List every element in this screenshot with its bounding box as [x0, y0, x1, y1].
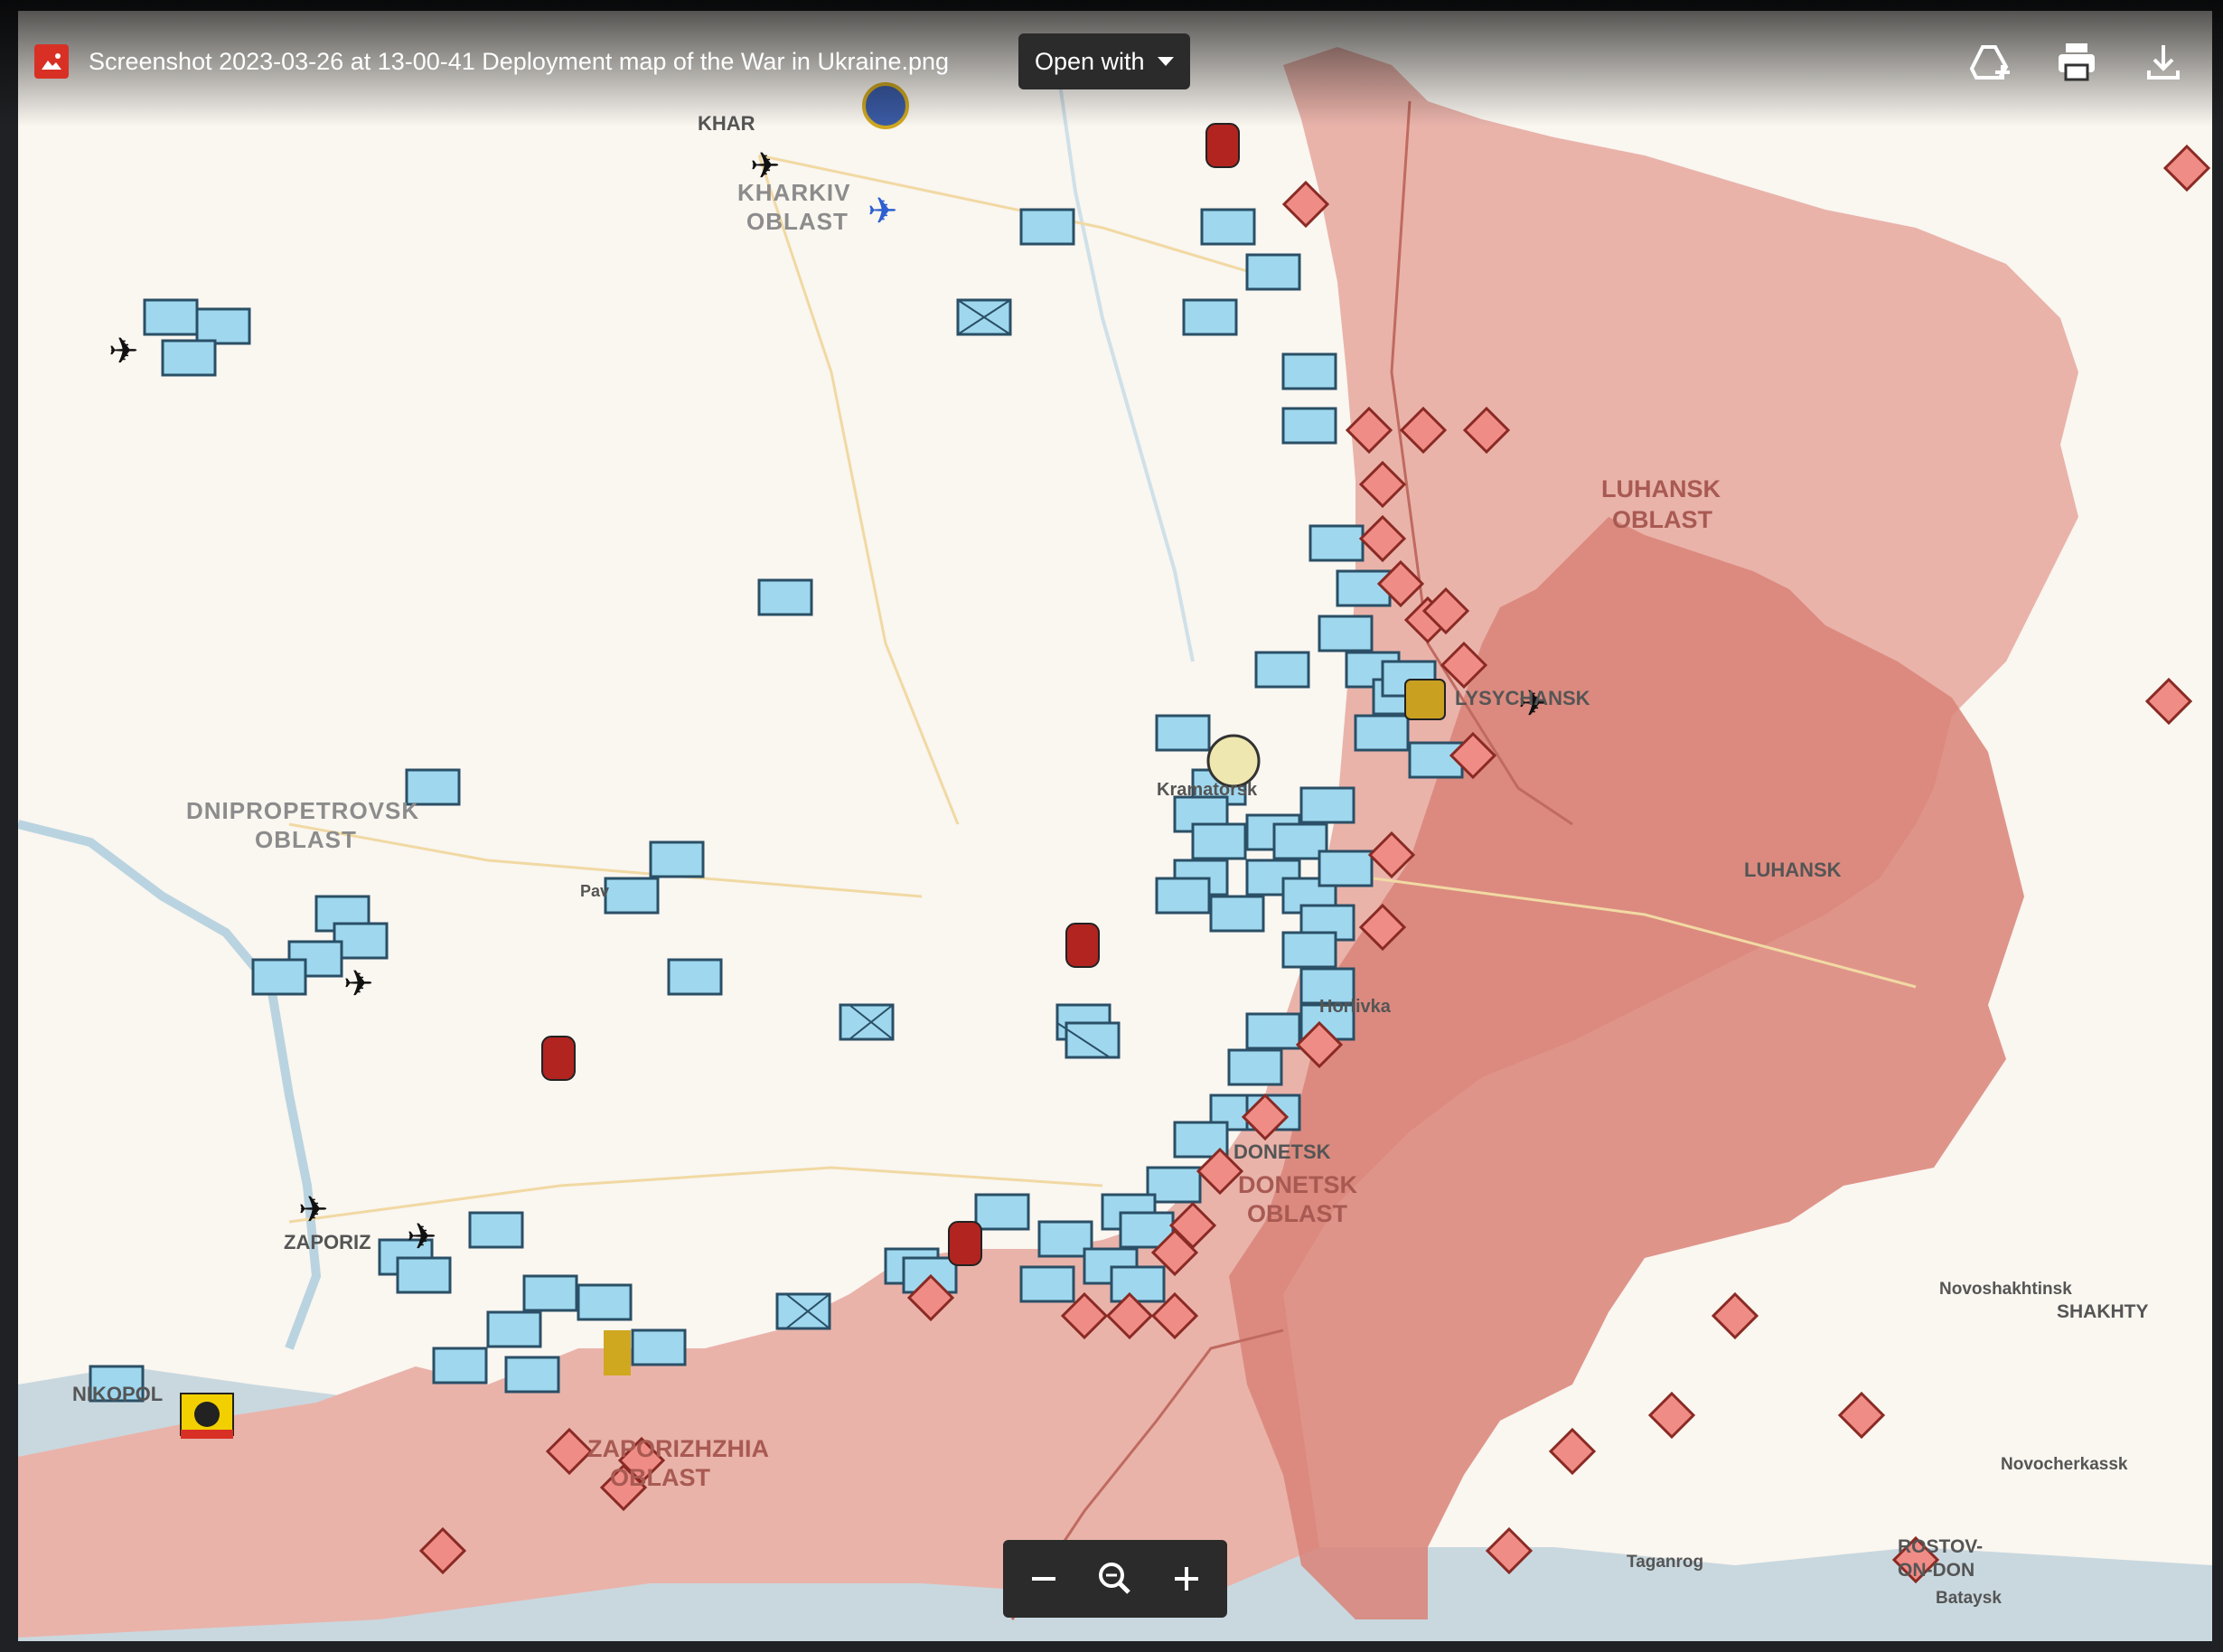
svg-text:✈: ✈	[108, 332, 139, 371]
luhansk-oblast-label-1: LUHANSK	[1601, 475, 1721, 502]
kharkiv-oblast-label-1: KHARKIV	[737, 179, 850, 206]
zaporizhzhia-city-label: ZAPORIZ	[284, 1231, 371, 1253]
svg-text:✈: ✈	[407, 1217, 437, 1257]
shakhty-label: SHAKHTY	[2057, 1301, 2149, 1322]
kramatorsk-label: Kramatorsk	[1157, 780, 1258, 800]
deployment-map[interactable]: ✈ ✈ ✈ ✈ ✈ ✈ ✈ KHARKIV OBLAST KHAR LUHANS…	[18, 11, 2212, 1641]
horlivka-label: Horlivka	[1319, 997, 1392, 1017]
zoom-reset-icon[interactable]	[1085, 1549, 1145, 1609]
lysychansk-label: LYSYCHANSK	[1455, 687, 1590, 709]
aircraft-marker-blue: ✈	[868, 192, 898, 231]
rostov-label-2: ON-DON	[1898, 1560, 1974, 1581]
nikopol-label: NIKOPOL	[72, 1383, 163, 1405]
image-file-icon	[34, 44, 69, 79]
donetsk-city-label: DONETSK	[1233, 1140, 1331, 1163]
svg-text:✈: ✈	[298, 1190, 329, 1230]
chevron-down-icon	[1158, 57, 1174, 66]
download-icon[interactable]	[2138, 36, 2189, 87]
luhansk-city-label: LUHANSK	[1744, 859, 1842, 881]
dnipro-oblast-label-1: DNIPROPETROVSK	[186, 797, 419, 824]
zoom-controls	[1003, 1540, 1227, 1618]
open-with-button[interactable]: Open with	[1018, 33, 1190, 89]
rostov-label-1: ROSTOV-	[1898, 1536, 1983, 1557]
pavlohrad-label: Pav	[580, 882, 609, 900]
print-icon[interactable]	[2051, 36, 2102, 87]
zaporizhzhia-oblast-label-2: OBLAST	[610, 1464, 711, 1491]
image-viewer: ✈ ✈ ✈ ✈ ✈ ✈ ✈ KHARKIV OBLAST KHAR LUHANS…	[0, 0, 2223, 1652]
zoom-out-icon[interactable]	[1014, 1549, 1074, 1609]
donetsk-oblast-label-1: DONETSK	[1238, 1171, 1358, 1198]
add-to-drive-icon[interactable]	[1966, 36, 2017, 87]
taganrog-label: Taganrog	[1627, 1553, 1703, 1572]
zaporizhzhia-oblast-label-1: ZAPORIZHZHIA	[587, 1435, 769, 1462]
open-with-label: Open with	[1035, 47, 1145, 75]
novocherkassk-label: Novocherkassk	[2001, 1455, 2128, 1474]
dnipro-oblast-label-2: OBLAST	[255, 826, 357, 853]
donetsk-oblast-label-2: OBLAST	[1247, 1200, 1348, 1227]
kharkiv-oblast-label-2: OBLAST	[746, 208, 849, 235]
svg-text:✈: ✈	[343, 964, 374, 1004]
zoom-in-icon[interactable]	[1157, 1549, 1216, 1609]
novoshakhtinsk-label: Novoshakhtinsk	[1939, 1280, 2072, 1299]
viewer-toolbar: Screenshot 2023-03-26 at 13-00-41 Deploy…	[0, 0, 2223, 127]
luhansk-oblast-label-2: OBLAST	[1612, 506, 1713, 533]
file-name: Screenshot 2023-03-26 at 13-00-41 Deploy…	[89, 48, 950, 75]
bataysk-label: Bataysk	[1936, 1589, 2002, 1608]
